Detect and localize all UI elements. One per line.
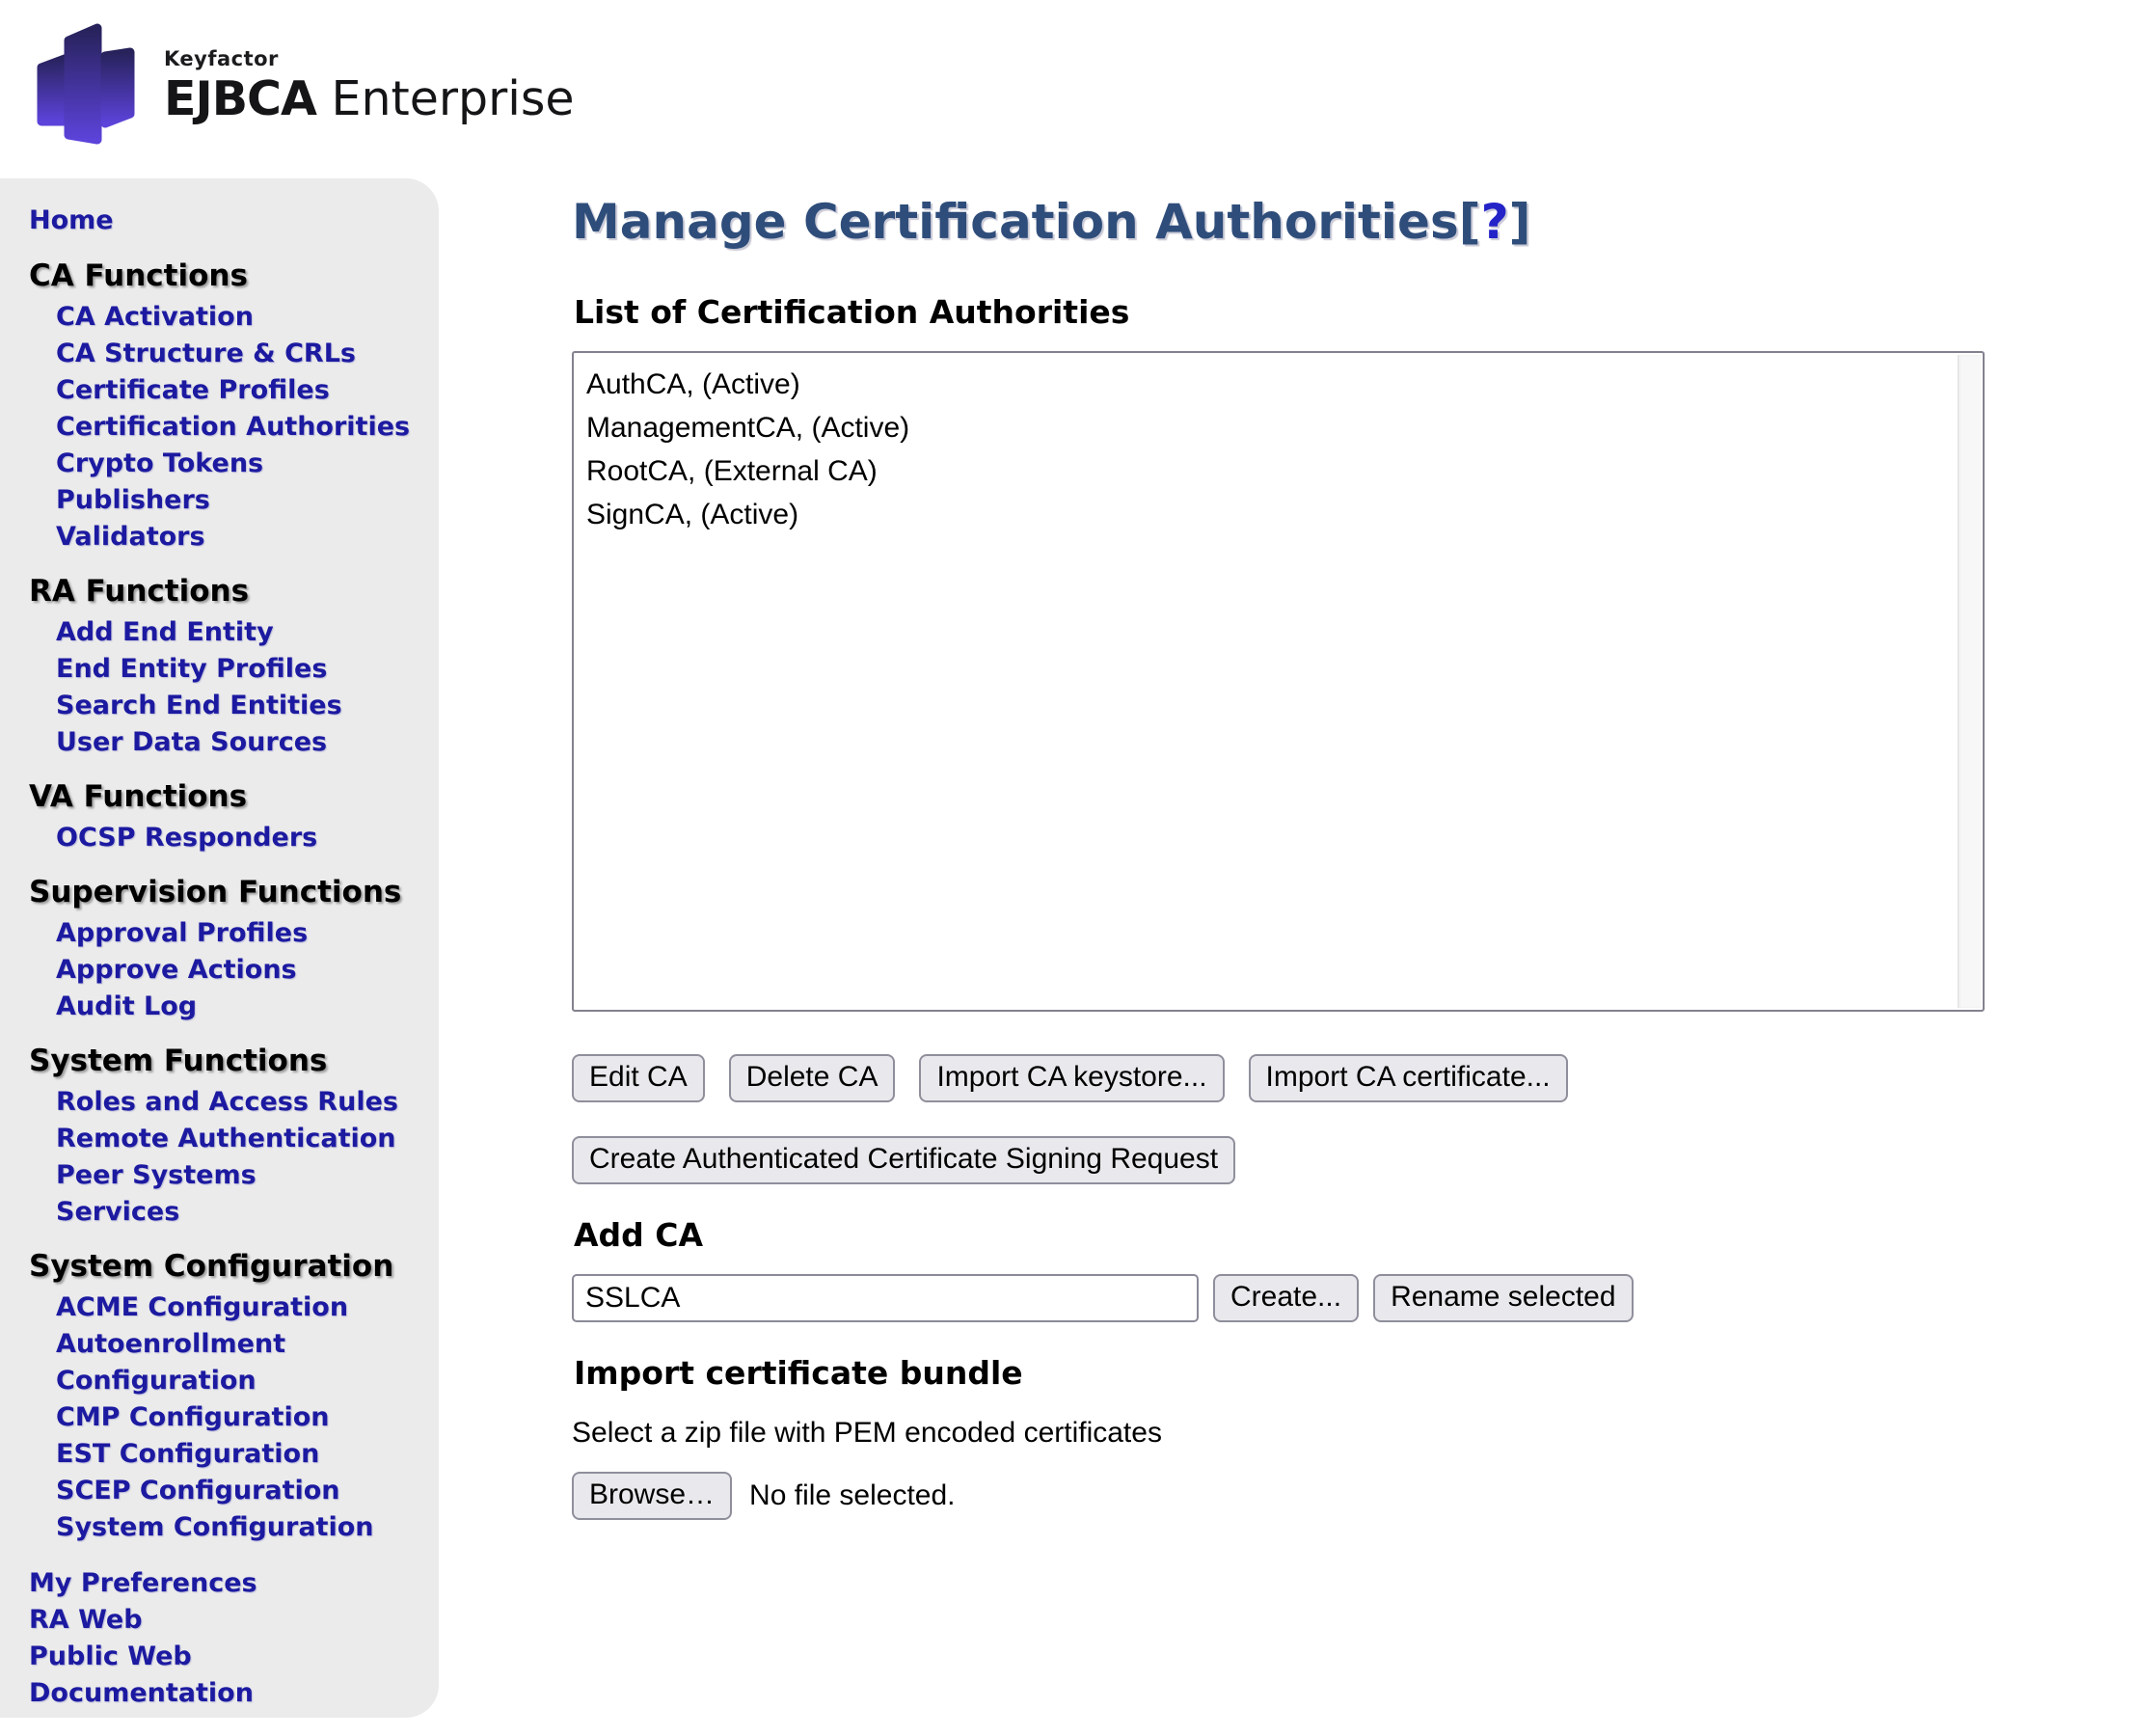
sidebar-item-remote-authentication[interactable]: Remote Authentication [29,1121,419,1157]
sidebar-group-ra-functions: Add End Entity End Entity Profiles Searc… [29,614,419,761]
sidebar-section-system-functions: System Functions [29,1038,419,1084]
ca-list-option[interactable]: SignCA, (Active) [586,493,1950,536]
sidebar-item-certificate-profiles[interactable]: Certificate Profiles [29,372,419,409]
browse-button[interactable]: Browse… [572,1472,732,1520]
logo-text: Keyfactor EJBCA Enterprise [164,47,575,126]
sidebar-item-search-end-entities[interactable]: Search End Entities [29,688,419,724]
delete-ca-button[interactable]: Delete CA [729,1054,896,1102]
add-ca-input[interactable] [572,1274,1199,1322]
edit-ca-button[interactable]: Edit CA [572,1054,705,1102]
sidebar-item-user-data-sources[interactable]: User Data Sources [29,724,419,761]
sidebar-item-est-configuration[interactable]: EST Configuration [29,1436,419,1473]
sidebar-item-roles-access-rules[interactable]: Roles and Access Rules [29,1084,419,1121]
page-title: Manage Certification Authorities[?] [572,193,1986,251]
ca-list-option[interactable]: RootCA, (External CA) [586,449,1950,493]
sidebar-item-add-end-entity[interactable]: Add End Entity [29,614,419,651]
add-ca-heading: Add CA [574,1216,1986,1255]
rename-selected-button[interactable]: Rename selected [1373,1274,1633,1322]
sidebar-item-approve-actions[interactable]: Approve Actions [29,952,419,989]
sidebar-item-ca-activation[interactable]: CA Activation [29,299,419,336]
logo-product: EJBCA Enterprise [164,72,575,126]
file-upload-row: Browse… No file selected. [572,1472,1986,1520]
listbox-scrollbar[interactable] [1958,355,1981,1008]
sidebar-section-va-functions: VA Functions [29,773,419,820]
sidebar-item-ca-structure-crls[interactable]: CA Structure & CRLs [29,336,419,372]
sidebar-item-system-configuration[interactable]: System Configuration [29,1509,419,1546]
import-ca-certificate-button[interactable]: Import CA certificate... [1249,1054,1568,1102]
sidebar-footer: My Preferences RA Web Public Web Documen… [29,1565,419,1712]
import-bundle-description: Select a zip file with PEM encoded certi… [572,1416,1986,1451]
sidebar-item-end-entity-profiles[interactable]: End Entity Profiles [29,651,419,688]
sidebar-item-services[interactable]: Services [29,1194,419,1231]
ca-list-option[interactable]: ManagementCA, (Active) [586,406,1950,449]
help-bracket-close: ] [1509,194,1531,250]
sidebar-group-system-functions: Roles and Access Rules Remote Authentica… [29,1084,419,1231]
sidebar-group-supervision-functions: Approval Profiles Approve Actions Audit … [29,915,419,1025]
add-ca-row: Create... Rename selected [572,1274,1986,1322]
csr-row: Create Authenticated Certificate Signing… [572,1136,1986,1184]
sidebar-item-publishers[interactable]: Publishers [29,482,419,519]
help-question-mark: ? [1481,194,1509,250]
logo-brand: Keyfactor [164,47,575,70]
keyfactor-bars-icon [29,19,150,154]
sidebar-section-system-configuration: System Configuration [29,1243,419,1289]
create-csr-button[interactable]: Create Authenticated Certificate Signing… [572,1136,1235,1184]
help-link[interactable]: [?] [1459,194,1531,250]
sidebar-item-documentation[interactable]: Documentation [29,1675,419,1712]
ca-list-option[interactable]: AuthCA, (Active) [586,363,1950,406]
file-status: No file selected. [749,1479,955,1512]
help-bracket-open: [ [1459,194,1481,250]
logo-product-edition: Enterprise [316,71,575,126]
sidebar: Home CA Functions CA Activation CA Struc… [0,178,439,1718]
sidebar-section-supervision-functions: Supervision Functions [29,869,419,915]
sidebar-item-acme-configuration[interactable]: ACME Configuration [29,1289,419,1326]
sidebar-item-ocsp-responders[interactable]: OCSP Responders [29,820,419,856]
sidebar-item-autoenrollment-configuration[interactable]: Autoenrollment Configuration [29,1326,419,1399]
sidebar-item-certification-authorities[interactable]: Certification Authorities [29,409,419,446]
ca-actions-row: Edit CA Delete CA Import CA keystore... … [572,1054,1986,1102]
sidebar-item-my-preferences[interactable]: My Preferences [29,1565,419,1602]
sidebar-group-ca-functions: CA Activation CA Structure & CRLs Certif… [29,299,419,556]
sidebar-item-ra-web[interactable]: RA Web [29,1602,419,1639]
create-ca-button[interactable]: Create... [1213,1274,1359,1322]
app-header: Keyfactor EJBCA Enterprise [29,10,575,164]
page: Keyfactor EJBCA Enterprise Home CA Funct… [0,0,2135,1736]
import-bundle-heading: Import certificate bundle [574,1354,1986,1393]
sidebar-item-public-web[interactable]: Public Web [29,1639,419,1675]
sidebar-item-crypto-tokens[interactable]: Crypto Tokens [29,446,419,482]
sidebar-group-va-functions: OCSP Responders [29,820,419,856]
sidebar-group-system-configuration: ACME Configuration Autoenrollment Config… [29,1289,419,1546]
logo-product-name: EJBCA [164,71,316,126]
main-content: Manage Certification Authorities[?] List… [572,193,1986,1520]
sidebar-item-validators[interactable]: Validators [29,519,419,556]
sidebar-item-peer-systems[interactable]: Peer Systems [29,1157,419,1194]
sidebar-item-audit-log[interactable]: Audit Log [29,989,419,1025]
sidebar-section-ca-functions: CA Functions [29,253,419,299]
page-title-text: Manage Certification Authorities [572,194,1459,250]
sidebar-section-ra-functions: RA Functions [29,568,419,614]
sidebar-item-cmp-configuration[interactable]: CMP Configuration [29,1399,419,1436]
sidebar-item-approval-profiles[interactable]: Approval Profiles [29,915,419,952]
list-heading: List of Certification Authorities [574,293,1986,332]
ca-listbox[interactable]: AuthCA, (Active) ManagementCA, (Active) … [572,351,1985,1012]
sidebar-item-home[interactable]: Home [29,202,419,240]
import-ca-keystore-button[interactable]: Import CA keystore... [919,1054,1224,1102]
sidebar-item-scep-configuration[interactable]: SCEP Configuration [29,1473,419,1509]
